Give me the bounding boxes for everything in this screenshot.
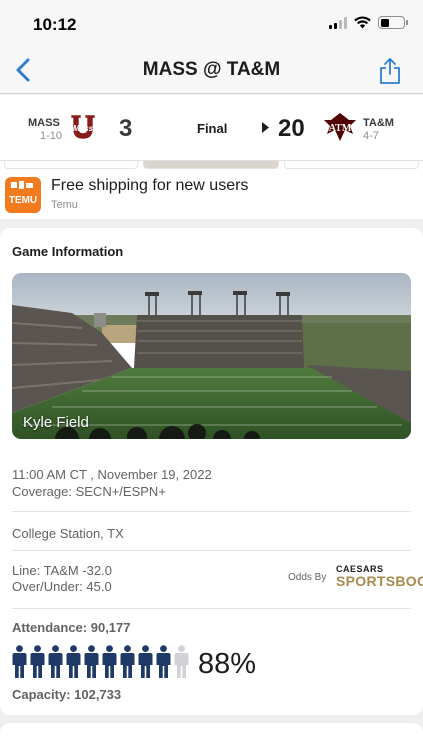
scoreboard[interactable]: MASS 1-10 Mass 3 Final 20 ATM TA&M 4-7	[0, 95, 423, 161]
ad-title: Free shipping for new users	[51, 177, 249, 194]
next-card	[0, 723, 423, 750]
game-location: College Station, TX	[12, 526, 124, 541]
ad-advertiser: Temu	[51, 199, 78, 211]
home-team-abbr: TA&M	[363, 117, 394, 129]
texas-am-logo-icon: ATM	[324, 113, 356, 141]
status-icons	[329, 16, 408, 29]
umass-logo-icon: Mass	[70, 114, 96, 140]
page-title: MASS @ TA&M	[142, 59, 281, 80]
over-under: Over/Under: 45.0	[12, 579, 112, 594]
person-filled-icon	[102, 645, 117, 678]
section-heading: Game Information	[12, 244, 124, 259]
home-team-score: 20	[278, 115, 305, 142]
stadium-photo: Kyle Field	[12, 273, 411, 439]
divider	[12, 608, 411, 609]
person-filled-icon	[156, 645, 171, 678]
product-carousel-remnant	[0, 161, 423, 171]
game-datetime: 11:00 AM CT , November 19, 2022	[12, 467, 212, 482]
game-information-card: Game Information Kyle Field 11:00 AM CT …	[0, 228, 423, 715]
status-time: 10:12	[33, 15, 77, 34]
caesars-sportsbook-logo[interactable]: CAESARS SPORTSBOOK	[336, 565, 423, 589]
person-filled-icon	[138, 645, 153, 678]
battery-icon	[378, 16, 408, 29]
home-team-record: 4-7	[363, 130, 379, 142]
svg-text:ATM: ATM	[329, 123, 352, 134]
venue-name: Kyle Field	[23, 414, 89, 431]
product-tile	[284, 161, 419, 169]
navigation-bar: MASS @ TA&M	[0, 48, 423, 94]
person-filled-icon	[30, 645, 45, 678]
game-coverage: Coverage: SECN+/ESPN+	[12, 484, 166, 499]
svg-text:Mass: Mass	[73, 124, 94, 133]
attendance: Attendance: 90,177	[12, 620, 131, 635]
person-filled-icon	[12, 645, 27, 678]
game-status: Final	[197, 121, 228, 136]
person-filled-icon	[84, 645, 99, 678]
person-filled-icon	[120, 645, 135, 678]
person-filled-icon	[66, 645, 81, 678]
share-icon[interactable]	[379, 57, 401, 85]
person-filled-icon	[48, 645, 63, 678]
attendance-percent: 88%	[198, 648, 257, 680]
sponsored-ad[interactable]: TEMU Free shipping for new users Temu	[0, 171, 423, 219]
wifi-icon	[354, 16, 371, 29]
winner-arrow-icon	[262, 122, 269, 133]
person-empty-icon	[174, 645, 189, 678]
away-team-score: 3	[119, 115, 133, 142]
betting-line: Line: TA&M -32.0	[12, 563, 112, 578]
product-tile	[143, 161, 279, 169]
odds-by-label: Odds By	[288, 572, 327, 583]
product-tile	[4, 161, 138, 169]
status-bar: 10:12	[0, 0, 423, 48]
cellular-signal-icon	[329, 16, 347, 29]
temu-logo-icon: TEMU	[5, 177, 41, 213]
divider	[12, 550, 411, 551]
capacity: Capacity: 102,733	[12, 687, 122, 702]
attendance-icon-row	[12, 645, 189, 679]
away-team-abbr: MASS	[28, 117, 60, 129]
divider	[12, 511, 411, 512]
away-team-record: 1-10	[40, 130, 63, 142]
